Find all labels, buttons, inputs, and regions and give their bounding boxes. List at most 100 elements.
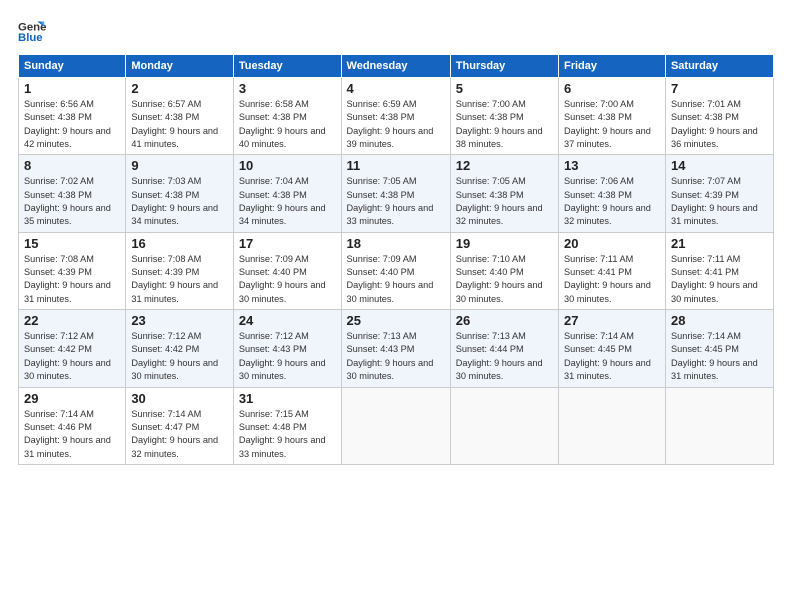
- day-number: 5: [456, 81, 553, 96]
- day-cell: 7 Sunrise: 7:01 AMSunset: 4:38 PMDayligh…: [665, 78, 773, 155]
- day-cell: [450, 387, 558, 464]
- day-info: Sunrise: 7:14 AMSunset: 4:46 PMDaylight:…: [24, 409, 111, 459]
- day-number: 20: [564, 236, 660, 251]
- day-cell: 3 Sunrise: 6:58 AMSunset: 4:38 PMDayligh…: [233, 78, 341, 155]
- day-info: Sunrise: 7:08 AMSunset: 4:39 PMDaylight:…: [131, 254, 218, 304]
- day-number: 8: [24, 158, 120, 173]
- day-number: 21: [671, 236, 768, 251]
- col-header-monday: Monday: [126, 55, 234, 78]
- day-info: Sunrise: 7:12 AMSunset: 4:43 PMDaylight:…: [239, 331, 326, 381]
- day-info: Sunrise: 7:14 AMSunset: 4:47 PMDaylight:…: [131, 409, 218, 459]
- day-info: Sunrise: 7:05 AMSunset: 4:38 PMDaylight:…: [347, 176, 434, 226]
- day-cell: [665, 387, 773, 464]
- day-number: 18: [347, 236, 445, 251]
- week-row: 22 Sunrise: 7:12 AMSunset: 4:42 PMDaylig…: [19, 310, 774, 387]
- day-info: Sunrise: 6:58 AMSunset: 4:38 PMDaylight:…: [239, 99, 326, 149]
- day-number: 22: [24, 313, 120, 328]
- week-row: 8 Sunrise: 7:02 AMSunset: 4:38 PMDayligh…: [19, 155, 774, 232]
- day-info: Sunrise: 7:09 AMSunset: 4:40 PMDaylight:…: [239, 254, 326, 304]
- day-info: Sunrise: 6:56 AMSunset: 4:38 PMDaylight:…: [24, 99, 111, 149]
- day-cell: 2 Sunrise: 6:57 AMSunset: 4:38 PMDayligh…: [126, 78, 234, 155]
- day-info: Sunrise: 7:15 AMSunset: 4:48 PMDaylight:…: [239, 409, 326, 459]
- day-cell: 15 Sunrise: 7:08 AMSunset: 4:39 PMDaylig…: [19, 232, 126, 309]
- day-info: Sunrise: 7:14 AMSunset: 4:45 PMDaylight:…: [564, 331, 651, 381]
- day-cell: 28 Sunrise: 7:14 AMSunset: 4:45 PMDaylig…: [665, 310, 773, 387]
- day-number: 17: [239, 236, 336, 251]
- day-info: Sunrise: 7:03 AMSunset: 4:38 PMDaylight:…: [131, 176, 218, 226]
- day-cell: 31 Sunrise: 7:15 AMSunset: 4:48 PMDaylig…: [233, 387, 341, 464]
- col-header-tuesday: Tuesday: [233, 55, 341, 78]
- day-cell: 27 Sunrise: 7:14 AMSunset: 4:45 PMDaylig…: [559, 310, 666, 387]
- day-info: Sunrise: 7:14 AMSunset: 4:45 PMDaylight:…: [671, 331, 758, 381]
- day-number: 4: [347, 81, 445, 96]
- col-header-saturday: Saturday: [665, 55, 773, 78]
- day-cell: 11 Sunrise: 7:05 AMSunset: 4:38 PMDaylig…: [341, 155, 450, 232]
- day-number: 28: [671, 313, 768, 328]
- day-info: Sunrise: 7:06 AMSunset: 4:38 PMDaylight:…: [564, 176, 651, 226]
- day-cell: 24 Sunrise: 7:12 AMSunset: 4:43 PMDaylig…: [233, 310, 341, 387]
- day-info: Sunrise: 7:00 AMSunset: 4:38 PMDaylight:…: [564, 99, 651, 149]
- day-info: Sunrise: 7:10 AMSunset: 4:40 PMDaylight:…: [456, 254, 543, 304]
- col-header-sunday: Sunday: [19, 55, 126, 78]
- day-cell: 29 Sunrise: 7:14 AMSunset: 4:46 PMDaylig…: [19, 387, 126, 464]
- day-cell: 4 Sunrise: 6:59 AMSunset: 4:38 PMDayligh…: [341, 78, 450, 155]
- day-cell: 12 Sunrise: 7:05 AMSunset: 4:38 PMDaylig…: [450, 155, 558, 232]
- day-cell: 8 Sunrise: 7:02 AMSunset: 4:38 PMDayligh…: [19, 155, 126, 232]
- day-info: Sunrise: 6:59 AMSunset: 4:38 PMDaylight:…: [347, 99, 434, 149]
- day-info: Sunrise: 7:00 AMSunset: 4:38 PMDaylight:…: [456, 99, 543, 149]
- day-info: Sunrise: 7:05 AMSunset: 4:38 PMDaylight:…: [456, 176, 543, 226]
- day-number: 19: [456, 236, 553, 251]
- header: General Blue: [18, 18, 774, 46]
- day-number: 27: [564, 313, 660, 328]
- day-cell: [559, 387, 666, 464]
- day-number: 2: [131, 81, 228, 96]
- day-cell: 10 Sunrise: 7:04 AMSunset: 4:38 PMDaylig…: [233, 155, 341, 232]
- day-cell: 13 Sunrise: 7:06 AMSunset: 4:38 PMDaylig…: [559, 155, 666, 232]
- day-number: 23: [131, 313, 228, 328]
- day-info: Sunrise: 7:04 AMSunset: 4:38 PMDaylight:…: [239, 176, 326, 226]
- day-cell: 21 Sunrise: 7:11 AMSunset: 4:41 PMDaylig…: [665, 232, 773, 309]
- logo-icon: General Blue: [18, 18, 46, 46]
- day-number: 9: [131, 158, 228, 173]
- day-number: 25: [347, 313, 445, 328]
- calendar-table: SundayMondayTuesdayWednesdayThursdayFrid…: [18, 54, 774, 465]
- day-cell: 5 Sunrise: 7:00 AMSunset: 4:38 PMDayligh…: [450, 78, 558, 155]
- day-cell: 16 Sunrise: 7:08 AMSunset: 4:39 PMDaylig…: [126, 232, 234, 309]
- day-info: Sunrise: 7:08 AMSunset: 4:39 PMDaylight:…: [24, 254, 111, 304]
- day-info: Sunrise: 7:13 AMSunset: 4:44 PMDaylight:…: [456, 331, 543, 381]
- day-number: 24: [239, 313, 336, 328]
- day-cell: 25 Sunrise: 7:13 AMSunset: 4:43 PMDaylig…: [341, 310, 450, 387]
- col-header-wednesday: Wednesday: [341, 55, 450, 78]
- day-cell: 23 Sunrise: 7:12 AMSunset: 4:42 PMDaylig…: [126, 310, 234, 387]
- day-cell: 22 Sunrise: 7:12 AMSunset: 4:42 PMDaylig…: [19, 310, 126, 387]
- day-number: 13: [564, 158, 660, 173]
- day-number: 30: [131, 391, 228, 406]
- day-info: Sunrise: 7:13 AMSunset: 4:43 PMDaylight:…: [347, 331, 434, 381]
- day-cell: 19 Sunrise: 7:10 AMSunset: 4:40 PMDaylig…: [450, 232, 558, 309]
- day-number: 1: [24, 81, 120, 96]
- day-number: 16: [131, 236, 228, 251]
- day-number: 3: [239, 81, 336, 96]
- day-number: 14: [671, 158, 768, 173]
- day-number: 11: [347, 158, 445, 173]
- day-cell: [341, 387, 450, 464]
- day-info: Sunrise: 7:12 AMSunset: 4:42 PMDaylight:…: [131, 331, 218, 381]
- day-cell: 17 Sunrise: 7:09 AMSunset: 4:40 PMDaylig…: [233, 232, 341, 309]
- day-info: Sunrise: 7:07 AMSunset: 4:39 PMDaylight:…: [671, 176, 758, 226]
- day-cell: 14 Sunrise: 7:07 AMSunset: 4:39 PMDaylig…: [665, 155, 773, 232]
- day-cell: 30 Sunrise: 7:14 AMSunset: 4:47 PMDaylig…: [126, 387, 234, 464]
- week-row: 1 Sunrise: 6:56 AMSunset: 4:38 PMDayligh…: [19, 78, 774, 155]
- day-number: 29: [24, 391, 120, 406]
- calendar-header-row: SundayMondayTuesdayWednesdayThursdayFrid…: [19, 55, 774, 78]
- week-row: 29 Sunrise: 7:14 AMSunset: 4:46 PMDaylig…: [19, 387, 774, 464]
- day-info: Sunrise: 7:11 AMSunset: 4:41 PMDaylight:…: [564, 254, 651, 304]
- day-number: 15: [24, 236, 120, 251]
- col-header-friday: Friday: [559, 55, 666, 78]
- calendar-page: General Blue SundayMondayTuesdayWednesda…: [0, 0, 792, 612]
- day-info: Sunrise: 7:09 AMSunset: 4:40 PMDaylight:…: [347, 254, 434, 304]
- day-number: 12: [456, 158, 553, 173]
- day-info: Sunrise: 7:11 AMSunset: 4:41 PMDaylight:…: [671, 254, 758, 304]
- day-info: Sunrise: 6:57 AMSunset: 4:38 PMDaylight:…: [131, 99, 218, 149]
- day-info: Sunrise: 7:01 AMSunset: 4:38 PMDaylight:…: [671, 99, 758, 149]
- day-cell: 18 Sunrise: 7:09 AMSunset: 4:40 PMDaylig…: [341, 232, 450, 309]
